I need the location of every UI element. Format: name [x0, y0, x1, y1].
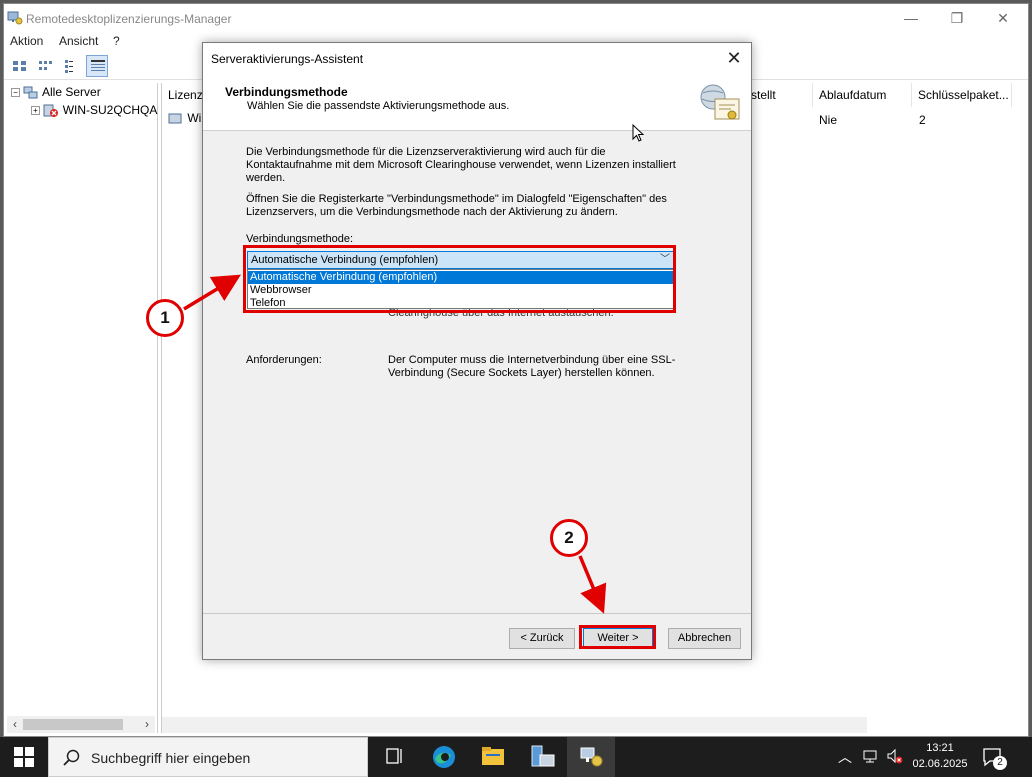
annotation-arrows: [183, 274, 607, 614]
volume-muted-icon[interactable]: [886, 748, 904, 766]
taskbar-clock[interactable]: 13:21 02.06.2025: [910, 740, 970, 772]
notification-badge: 2: [993, 756, 1007, 770]
network-icon[interactable]: [862, 748, 880, 766]
arrow-step-1: [183, 274, 241, 311]
server-manager-icon[interactable]: [518, 737, 566, 777]
file-explorer-icon[interactable]: [469, 737, 517, 777]
clock-date: 02.06.2025: [912, 758, 968, 770]
clock-time: 13:21: [926, 742, 954, 754]
search-placeholder: Suchbegriff hier eingeben: [91, 750, 251, 766]
windows-start-icon[interactable]: [14, 747, 34, 767]
license-manager-taskbar-icon[interactable]: [567, 737, 615, 777]
search-icon: [63, 749, 80, 766]
task-view-icon[interactable]: [371, 737, 419, 777]
edge-browser-icon[interactable]: [420, 737, 468, 777]
show-hidden-icons-chevron-icon[interactable]: ︿: [838, 747, 852, 767]
taskbar-search-box[interactable]: Suchbegriff hier eingeben: [48, 737, 368, 777]
taskbar: Suchbegriff hier eingeben ︿ 13:21 02.06.…: [0, 737, 1032, 777]
arrow-step-2: [578, 555, 607, 614]
